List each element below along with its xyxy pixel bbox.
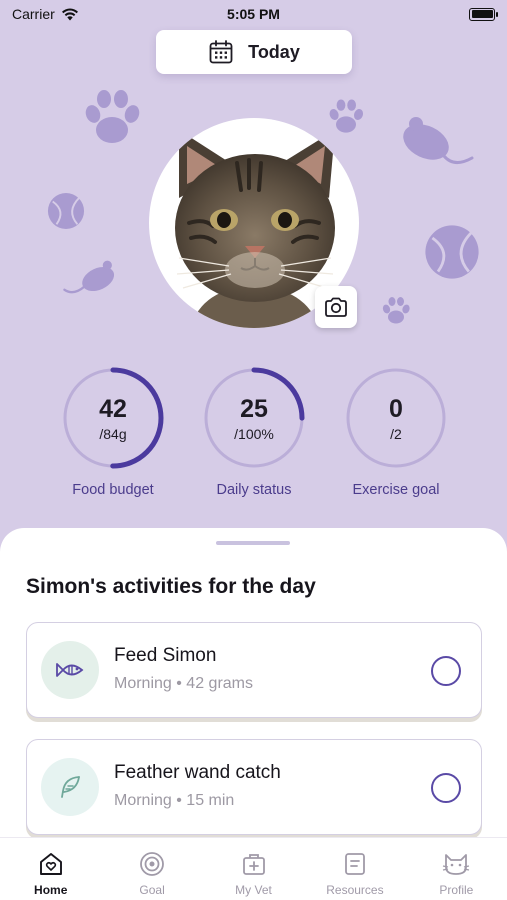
tab-profile[interactable]: Profile (406, 838, 507, 900)
food-budget-value: 42 (99, 395, 127, 423)
ring-text: 25 /100% (202, 366, 306, 470)
ball-icon (47, 192, 85, 230)
exercise-goal-label: Exercise goal (352, 482, 440, 498)
paw-print-icon (85, 90, 140, 143)
tab-label: Resources (326, 883, 384, 897)
date-selector-button[interactable]: Today (156, 30, 352, 74)
activity-subtitle: Morning • 42 grams (114, 675, 253, 692)
camera-icon (325, 297, 347, 317)
toy-mouse-icon (403, 117, 474, 164)
cat-face-icon (443, 854, 470, 875)
sheet-drag-handle[interactable] (216, 541, 290, 545)
change-photo-button[interactable] (315, 286, 357, 328)
ring-text: 0 /2 (344, 366, 448, 470)
ball-icon (425, 225, 479, 279)
ring-text: 42 /84g (61, 366, 165, 470)
exercise-goal-value: 0 (389, 395, 403, 423)
daily-status-label: Daily status (216, 482, 292, 498)
activity-card-feed[interactable]: Feed Simon Morning • 42 grams (26, 622, 482, 718)
activity-icon-badge (41, 758, 99, 816)
daily-status-value: 25 (240, 395, 268, 423)
activity-checkbox[interactable] (431, 773, 461, 803)
date-label: Today (248, 41, 300, 62)
paw-print-icon (382, 297, 410, 324)
activity-checkbox[interactable] (431, 656, 461, 686)
activity-card-feather-wand[interactable]: Feather wand catch Morning • 15 min (26, 739, 482, 835)
document-icon (345, 853, 365, 875)
daily-status-total: /100% (234, 426, 274, 442)
daily-status-ring: 25 /100% (202, 366, 306, 470)
tab-resources[interactable]: Resources (304, 838, 405, 900)
tab-label: Goal (139, 883, 165, 897)
activities-title: Simon's activities for the day (26, 575, 316, 598)
target-icon (140, 852, 165, 876)
paw-print-icon (329, 99, 364, 133)
tab-label: Home (34, 883, 68, 897)
tab-my-vet[interactable]: My Vet (203, 838, 304, 900)
exercise-goal-total: /2 (390, 426, 402, 442)
tab-bar: Home Goal My Vet Resources Profile (0, 837, 507, 900)
food-budget-total: /84g (99, 426, 127, 442)
fish-icon (56, 663, 84, 677)
tab-home[interactable]: Home (0, 838, 101, 900)
activity-title: Feather wand catch (114, 762, 281, 783)
food-budget-ring: 42 /84g (61, 366, 165, 470)
toy-mouse-icon (63, 260, 115, 294)
activity-subtitle: Morning • 15 min (114, 792, 235, 809)
status-left: Carrier (12, 6, 79, 22)
tab-label: Profile (439, 883, 474, 897)
activity-title: Feed Simon (114, 645, 217, 666)
activity-icon-badge (41, 641, 99, 699)
calendar-icon (209, 40, 233, 64)
exercise-goal-ring: 0 /2 (344, 366, 448, 470)
status-bar: Carrier 5:05 PM (0, 0, 507, 28)
feather-icon (61, 776, 80, 798)
food-budget-label: Food budget (72, 482, 154, 498)
tab-goal[interactable]: Goal (101, 838, 202, 900)
battery-icon (469, 7, 498, 21)
home-heart-icon (39, 853, 62, 875)
tab-label: My Vet (235, 883, 272, 897)
medical-bag-icon (242, 854, 265, 875)
carrier-label: Carrier (12, 6, 55, 22)
wifi-icon (61, 7, 78, 20)
